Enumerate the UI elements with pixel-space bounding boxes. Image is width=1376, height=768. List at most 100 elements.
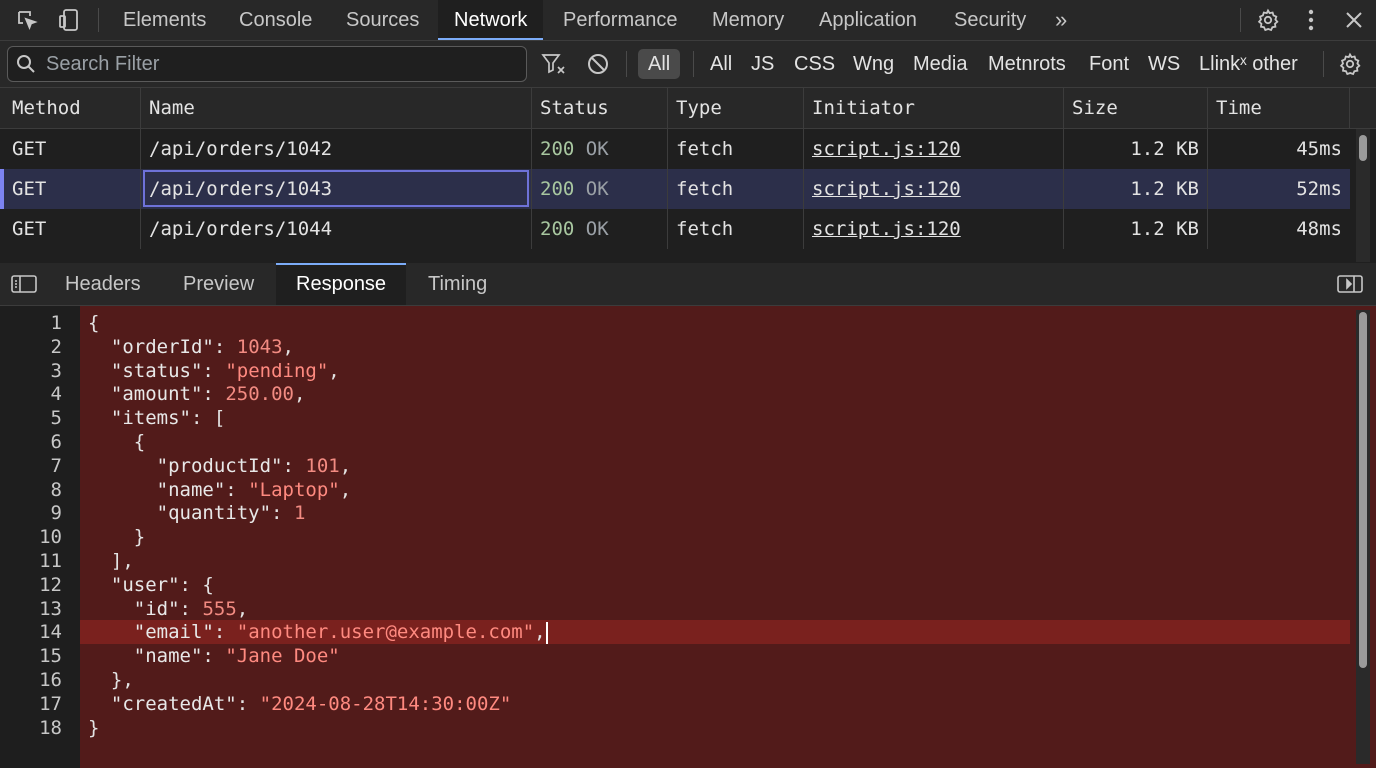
line-number-gutter: 1 2 3 4 5 6 7 8 9 10 11 12 13 14 15 16 17 18 [0,306,80,768]
column-header-type[interactable]: Type [668,88,804,128]
filter-clear-icon[interactable] [540,50,568,78]
tab-preview[interactable]: Preview [183,263,254,305]
code-line: "createdAt": "2024-08-28T14:30:00Z" [110,692,512,715]
search-filter-input[interactable] [44,47,518,81]
line-number: 6 [50,431,62,453]
cell-method: GET [4,209,141,249]
filter-divider [626,51,627,77]
cell-focus-outline [143,170,529,207]
tab-application[interactable]: Application [819,0,917,40]
cell-name[interactable]: /api/orders/1044 [141,209,532,249]
cell-initiator: script.js:120 [804,209,1064,249]
network-filter-bar: All All JS CSS Wng Media Metnrots Font W… [0,41,1376,88]
tab-sources[interactable]: Sources [346,0,419,40]
line-number: 11 [39,550,62,572]
cell-name[interactable]: /api/orders/1042 [141,129,532,169]
toolbar-divider [1240,8,1241,32]
code-line: "name": "Laptop", [156,478,352,501]
cell-type: fetch [668,209,804,249]
filter-type-css[interactable]: CSS [794,49,835,79]
line-number: 14 [39,621,62,644]
status-text: OK [585,138,609,160]
cell-method: GET [4,169,141,209]
initiator-link[interactable]: script.js:120 [812,218,961,240]
filter-chip-all-active[interactable]: All [638,49,681,79]
code-line: } [88,526,146,549]
column-header-name[interactable]: Name [141,88,532,128]
tab-response[interactable]: Response [276,263,407,305]
line-number: 4 [50,383,62,406]
code-line: "orderId": 1043, [110,335,294,358]
column-header-status[interactable]: Status [532,88,668,128]
filter-type-ws[interactable]: WS [1148,49,1180,79]
tab-memory[interactable]: Memory [712,0,784,40]
cell-size: 1.2 KB [1064,129,1208,169]
tab-network[interactable]: Network [438,0,544,40]
line-number: 15 [39,645,62,668]
initiator-link[interactable]: script.js:120 [812,138,961,160]
table-row-partial[interactable] [0,249,1350,262]
column-header-time[interactable]: Time [1208,88,1350,128]
line-number: 7 [50,454,62,477]
filter-type-all[interactable]: All [710,49,732,79]
network-request-table: Method Name Status Type Initiator Size T… [0,88,1376,262]
tab-timing[interactable]: Timing [428,263,487,305]
status-code: 200 [540,178,575,200]
line-number: 18 [39,716,62,739]
initiator-link[interactable]: script.js:120 [812,178,961,200]
code-line: }, [88,669,134,691]
more-tabs-chevron-icon[interactable]: » [1055,0,1067,40]
code-line: "items": [ [110,407,226,430]
response-scrollbar[interactable] [1356,310,1370,764]
filter-type-metnrots[interactable]: Metnrots [988,49,1066,79]
line-number: 5 [50,407,62,430]
code-line: ], [88,550,134,572]
cell-status: 200 OK [532,169,668,209]
network-settings-gear-icon[interactable] [1336,50,1364,78]
code-line: "id": 555, [133,597,249,620]
toggle-drawer-icon[interactable] [1336,273,1364,295]
code-line: } [88,716,100,739]
column-header-method[interactable]: Method [4,88,141,128]
table-row[interactable]: GET /api/orders/1042 200 OK fetch script… [0,129,1350,169]
tab-elements[interactable]: Elements [123,0,206,40]
block-requests-icon[interactable] [584,50,612,78]
filter-type-other[interactable]: Llinkˣ other [1199,49,1298,79]
filter-type-font[interactable]: Font [1089,49,1129,79]
response-code-viewer[interactable]: 1 2 3 4 5 6 7 8 9 10 11 12 13 14 15 16 17 18 { "orderId":… [0,306,1376,768]
toolbar-divider [98,8,99,32]
search-icon [14,52,38,76]
filter-type-media[interactable]: Media [913,49,967,79]
settings-gear-icon[interactable] [1254,6,1282,34]
line-number: 17 [39,692,62,715]
device-toolbar-icon[interactable] [54,6,84,34]
line-number: 12 [39,573,62,596]
cell-time: 45ms [1296,138,1342,160]
column-header-size[interactable]: Size [1064,88,1208,128]
table-row-selected[interactable]: GET /api/orders/1043 200 OK fetch script… [0,169,1350,209]
filter-type-wng[interactable]: Wng [853,49,894,79]
line-number: 16 [39,669,62,691]
table-scrollbar-thumb[interactable] [1359,135,1367,161]
tab-headers[interactable]: Headers [65,263,141,305]
toggle-sidebar-icon[interactable] [10,273,38,295]
column-header-initiator[interactable]: Initiator [804,88,1064,128]
code-line: "amount": 250.00, [110,383,306,406]
filter-type-js[interactable]: JS [751,49,774,79]
close-icon[interactable] [1340,6,1368,34]
tab-performance[interactable]: Performance [563,0,678,40]
code-line: "user": { [110,573,214,596]
response-scrollbar-thumb[interactable] [1359,312,1367,668]
inspect-element-icon[interactable] [12,6,42,34]
table-row[interactable]: GET /api/orders/1044 200 OK fetch script… [0,209,1350,249]
filter-divider [1323,51,1324,77]
tab-console[interactable]: Console [239,0,312,40]
table-scrollbar[interactable] [1356,129,1370,262]
line-number: 2 [50,335,62,358]
filter-divider [693,51,694,77]
status-text: OK [585,178,609,200]
more-options-kebab-icon[interactable] [1298,6,1324,34]
cell-size: 1.2 KB [1064,169,1208,209]
tab-security[interactable]: Security [954,0,1026,40]
code-line: "productId": 101, [156,454,352,477]
